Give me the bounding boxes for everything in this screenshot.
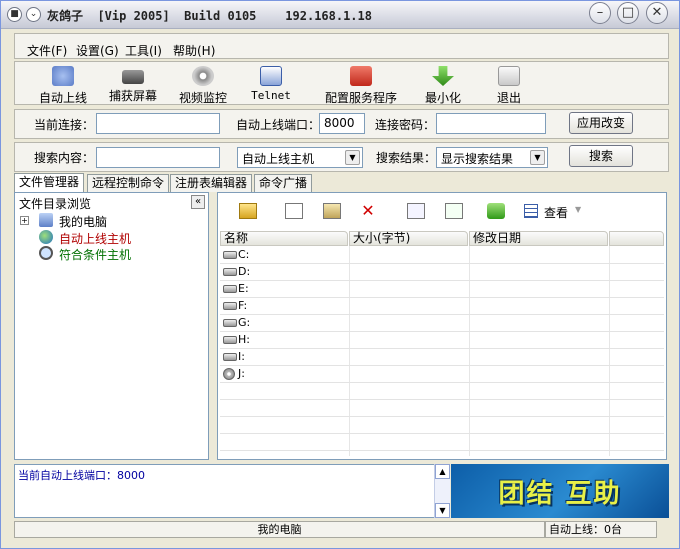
drive-icon — [223, 268, 237, 276]
table-row[interactable]: F: — [220, 298, 664, 315]
collapse-pane-button[interactable]: « — [191, 195, 205, 209]
tree-item-my-computer[interactable]: 我的电脑 — [59, 213, 107, 230]
connection-password-label: 连接密码： — [375, 118, 436, 132]
apply-changes-button[interactable]: 应用改变 — [569, 112, 633, 134]
table-row — [220, 400, 664, 417]
tab-remote-control[interactable]: 远程控制命令 — [87, 174, 170, 192]
column-blank — [609, 231, 664, 246]
menu-bar: 文件(F) 设置(G) 工具(I) 帮助(H) — [14, 33, 669, 59]
current-connection-label: 当前连接： — [34, 118, 95, 132]
tree-title: 文件目录浏览 — [19, 197, 92, 211]
table-row[interactable]: G: — [220, 315, 664, 332]
menu-help[interactable]: 帮助(H) — [173, 42, 215, 59]
table-row[interactable]: C: — [220, 247, 664, 264]
tab-registry-editor[interactable]: 注册表编辑器 — [170, 174, 253, 192]
menu-file[interactable]: 文件(F) — [27, 42, 67, 59]
drive-icon — [223, 251, 237, 259]
table-row[interactable]: I: — [220, 349, 664, 366]
log-area: 当前自动上线端口：8000 — [14, 464, 450, 518]
satellite-icon — [52, 66, 74, 86]
delete-icon[interactable]: ✕ — [359, 203, 377, 219]
tool-capture-screen[interactable]: 捕获屏幕 — [105, 66, 161, 104]
status-right: 自动上线：0台 — [545, 521, 657, 538]
computer-icon — [39, 213, 53, 227]
globe-icon — [39, 230, 53, 244]
drive-icon — [223, 336, 237, 344]
toolbar: 自动上线 捕获屏幕 视频监控 Telnet 配置服务程序 最小化 退出 — [14, 61, 669, 105]
copy-icon[interactable] — [285, 203, 303, 219]
scroll-down-icon[interactable]: ▼ — [435, 503, 450, 518]
drive-icon — [223, 319, 237, 327]
tool-exit[interactable]: 退出 — [489, 66, 529, 105]
current-connection-field[interactable] — [96, 113, 220, 134]
download-icon[interactable] — [445, 203, 463, 219]
tab-command-broadcast[interactable]: 命令广播 — [254, 174, 313, 192]
view-dropdown-icon[interactable]: ▼ — [575, 205, 581, 214]
table-row — [220, 383, 664, 400]
toolbox-icon — [350, 66, 372, 86]
drive-icon — [223, 353, 237, 361]
table-row[interactable]: H: — [220, 332, 664, 349]
webcam-icon — [192, 66, 214, 86]
search-scope-select[interactable]: 自动上线主机 ▼ — [237, 147, 363, 168]
search-content-field[interactable] — [96, 147, 220, 168]
chevron-down-icon: ▼ — [345, 150, 360, 165]
collapse-icon[interactable]: ⌄ — [26, 7, 41, 22]
column-name[interactable]: 名称 — [220, 231, 348, 246]
column-modified[interactable]: 修改日期 — [469, 231, 608, 246]
drive-icon — [223, 285, 237, 293]
terminal-icon — [260, 66, 282, 86]
exit-icon — [498, 66, 520, 86]
search-result-select[interactable]: 显示搜索结果 ▼ — [436, 147, 548, 168]
title-bar: ■ ⌄ 灰鸽子 [Vip 2005] Build 0105 192.168.1.… — [1, 1, 679, 29]
view-button[interactable]: 查看 — [544, 204, 568, 221]
search-button[interactable]: 搜索 — [569, 145, 633, 167]
minimize-button[interactable]: – — [589, 2, 611, 24]
view-grid-icon — [524, 204, 538, 218]
maximize-button[interactable]: □ — [617, 2, 639, 24]
banner-text: 团结 互助 — [498, 478, 622, 509]
magnifier-icon — [39, 246, 53, 260]
close-button[interactable]: ✕ — [646, 2, 668, 24]
paste-icon[interactable] — [323, 203, 341, 219]
chevron-down-icon: ▼ — [530, 150, 545, 165]
table-row[interactable]: E: — [220, 281, 664, 298]
log-scrollbar[interactable]: ▲ ▼ — [434, 464, 450, 518]
scroll-up-icon[interactable]: ▲ — [435, 464, 450, 479]
tool-configure-server[interactable]: 配置服务程序 — [319, 66, 403, 105]
tool-telnet[interactable]: Telnet — [247, 66, 295, 104]
status-center: 我的电脑 — [14, 521, 545, 538]
table-row — [220, 434, 664, 451]
search-result-label: 搜索结果： — [376, 151, 437, 165]
table-row — [220, 417, 664, 434]
window-title: 灰鸽子 [Vip 2005] Build 0105 192.168.1.18 — [47, 9, 372, 23]
tree-item-matching-hosts[interactable]: 符合条件主机 — [59, 246, 131, 263]
cdrom-icon — [223, 368, 235, 380]
main-window: ■ ⌄ 灰鸽子 [Vip 2005] Build 0105 192.168.1.… — [0, 0, 680, 549]
folder-up-icon[interactable] — [239, 203, 257, 219]
tool-video-monitor[interactable]: 视频监控 — [175, 66, 231, 105]
camera-icon — [122, 70, 144, 84]
app-menu-icon[interactable]: ■ — [7, 7, 22, 22]
connection-password-field[interactable] — [436, 113, 546, 134]
table-row[interactable]: D: — [220, 264, 664, 281]
upload-icon[interactable] — [407, 203, 425, 219]
banner: 团结 互助 — [451, 464, 669, 518]
column-size[interactable]: 大小(字节) — [349, 231, 468, 246]
auto-port-field[interactable]: 8000 — [319, 113, 365, 134]
menu-tools[interactable]: 工具(I) — [125, 42, 162, 59]
refresh-icon[interactable] — [487, 203, 505, 219]
tool-minimize[interactable]: 最小化 — [419, 66, 467, 105]
tool-auto-online[interactable]: 自动上线 — [35, 66, 91, 105]
menu-settings[interactable]: 设置(G) — [76, 42, 119, 59]
minimize-arrow-icon — [432, 66, 454, 86]
tree-item-auto-online[interactable]: 自动上线主机 — [59, 230, 131, 247]
table-row[interactable]: J: — [220, 366, 664, 383]
search-content-label: 搜索内容： — [34, 151, 95, 165]
tab-file-manager[interactable]: 文件管理器 — [14, 173, 85, 192]
expand-icon[interactable]: + — [20, 216, 29, 225]
drive-icon — [223, 302, 237, 310]
auto-port-label: 自动上线端口： — [236, 118, 321, 132]
